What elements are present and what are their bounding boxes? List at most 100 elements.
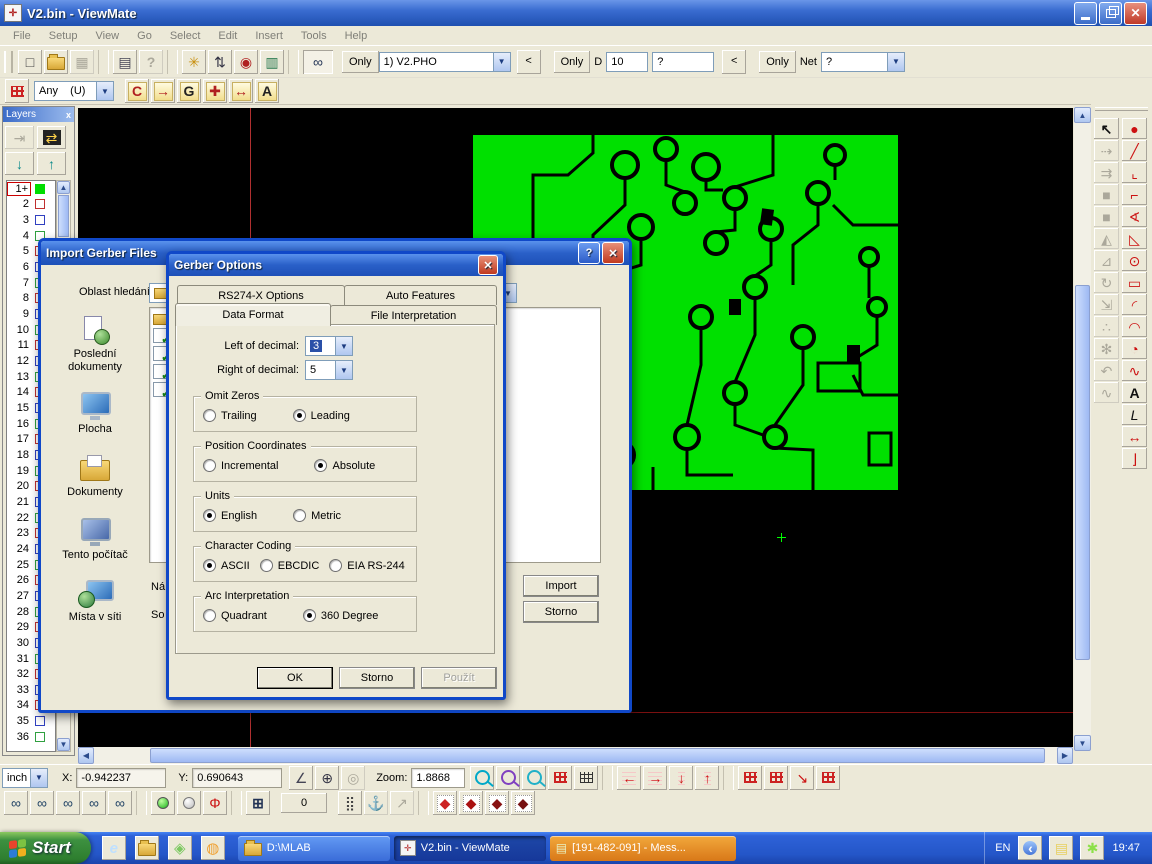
label-tool-icon[interactable]: L — [1122, 404, 1147, 425]
menu-tools[interactable]: Tools — [292, 28, 336, 44]
probe-circle-icon[interactable]: ◉ — [234, 50, 258, 74]
pan-left-icon[interactable]: ← — [617, 766, 641, 790]
vscroll-thumb[interactable] — [1075, 285, 1090, 660]
zoom-grid-icon[interactable] — [496, 766, 520, 790]
menu-select[interactable]: Select — [161, 28, 210, 44]
left-of-decimal-combo[interactable]: 3▼ — [305, 336, 353, 356]
flash-dark-icon[interactable]: ◆ — [485, 791, 509, 815]
close-button[interactable]: ✕ — [1124, 2, 1147, 25]
radio-absolute[interactable]: Absolute — [314, 459, 375, 472]
measure-bars-icon[interactable]: ⇅ — [208, 50, 232, 74]
radio-eia-rs-244[interactable]: EIA RS-244 — [329, 559, 404, 572]
radio-icon[interactable] — [203, 609, 216, 622]
task-d-mlab[interactable]: D:\MLAB — [238, 836, 390, 861]
draw-angle-icon[interactable]: ∢ — [1122, 206, 1147, 227]
menu-help[interactable]: Help — [336, 28, 377, 44]
restore-button[interactable] — [1099, 2, 1122, 25]
select-cursor-icon[interactable]: ↖ — [1094, 118, 1119, 139]
pan-down-icon[interactable]: ↓ — [669, 766, 693, 790]
start-button[interactable]: Start — [0, 832, 91, 864]
lamp-off-icon[interactable] — [177, 791, 201, 815]
flash-dark2-icon[interactable]: ◆ — [511, 791, 535, 815]
tray-collapse-icon[interactable]: ‹ — [1018, 836, 1042, 860]
aperture-shape-combo[interactable]: Any (U)▼ — [34, 81, 114, 101]
radio-icon[interactable] — [293, 509, 306, 522]
close-icon[interactable]: x — [66, 110, 71, 120]
tab-auto-features[interactable]: Auto Features — [344, 285, 497, 305]
dcode-text-icon[interactable]: A — [255, 79, 279, 103]
pan-right-icon[interactable]: → — [643, 766, 667, 790]
quick-ie-icon[interactable]: e — [102, 836, 126, 860]
scroll-right-icon[interactable]: ▶ — [1057, 747, 1073, 764]
radio-ascii[interactable]: ASCII — [203, 559, 250, 572]
quick-folder-icon[interactable] — [135, 836, 159, 860]
radio-leading[interactable]: Leading — [293, 409, 350, 422]
grid-b-icon[interactable] — [764, 766, 788, 790]
draw-triangle-icon[interactable]: ◺ — [1122, 228, 1147, 249]
layer-scroll-thumb[interactable] — [58, 195, 69, 237]
place-tento-po-ta[interactable]: Tento počítač — [48, 516, 142, 562]
radio-metric[interactable]: Metric — [293, 509, 341, 522]
minimize-button[interactable] — [1074, 2, 1097, 25]
zoom-in-icon[interactable] — [470, 766, 494, 790]
origin-target-icon[interactable]: ⊕ — [315, 766, 339, 790]
menu-insert[interactable]: Insert — [246, 28, 292, 44]
hscroll-thumb[interactable] — [150, 748, 1045, 763]
menu-go[interactable]: Go — [128, 28, 161, 44]
right-of-decimal-combo[interactable]: 5▼ — [305, 360, 353, 380]
prev-net-button[interactable]: < — [722, 50, 746, 74]
layer-color-swatch[interactable] — [35, 184, 45, 194]
aperture-grid-icon[interactable] — [5, 79, 29, 103]
layer-row-36[interactable]: 36 — [7, 729, 55, 745]
radio-icon[interactable] — [203, 509, 216, 522]
draw-pad-icon[interactable]: ● — [1122, 118, 1147, 139]
layer-row-1[interactable]: 1+ — [7, 181, 55, 197]
chevron-down-icon[interactable]: ▼ — [335, 361, 352, 379]
layer-row-35[interactable]: 35 — [7, 713, 55, 729]
language-indicator[interactable]: EN — [995, 842, 1010, 854]
radio-360-degree[interactable]: 360 Degree — [303, 609, 379, 622]
only-dcode-toggle[interactable]: Only — [554, 51, 591, 73]
zoom-window-icon[interactable] — [522, 766, 546, 790]
draw-line-icon[interactable]: ╱ — [1122, 140, 1147, 161]
scroll-up-icon[interactable]: ▲ — [57, 181, 70, 194]
grid-capture-icon[interactable] — [548, 766, 572, 790]
layer-colors-icon[interactable]: ⇄ — [37, 126, 66, 149]
dots-grid-icon[interactable]: ⣿ — [338, 791, 362, 815]
grid-a-icon[interactable] — [738, 766, 762, 790]
dimension-tool-icon[interactable]: ↔ — [1122, 426, 1147, 447]
dcode-flash-icon[interactable]: ✚ — [203, 79, 227, 103]
radio-icon[interactable] — [203, 459, 216, 472]
draw-rect-icon[interactable]: ▭ — [1122, 272, 1147, 293]
scroll-left-icon[interactable]: ◀ — [78, 747, 94, 764]
dcode-next-icon[interactable]: → — [151, 79, 175, 103]
glasses-ruler-icon[interactable]: ∞ — [303, 50, 333, 74]
new-file-icon[interactable]: □ — [18, 50, 42, 74]
draw-step-icon[interactable]: ⌐ — [1122, 184, 1147, 205]
menu-edit[interactable]: Edit — [209, 28, 246, 44]
radio-trailing[interactable]: Trailing — [203, 409, 257, 422]
grid-c-icon[interactable] — [816, 766, 840, 790]
layer-color-swatch[interactable] — [35, 199, 45, 209]
canvas-hscrollbar[interactable]: ◀ ▶ — [78, 747, 1073, 764]
only-net-toggle[interactable]: Only — [759, 51, 796, 73]
radio-quadrant[interactable]: Quadrant — [203, 609, 267, 622]
tab-rs274x-options[interactable]: RS274-X Options — [177, 285, 345, 305]
chevron-down-icon[interactable]: ▼ — [335, 337, 352, 355]
chevron-down-icon[interactable]: ▼ — [493, 53, 510, 71]
cancel-button[interactable]: Storno — [523, 601, 599, 623]
dcode-input[interactable]: 10 — [606, 52, 648, 72]
radio-incremental[interactable]: Incremental — [203, 459, 278, 472]
zoom-value[interactable]: 1.8868 — [411, 768, 465, 788]
scroll-down-icon[interactable]: ▼ — [1074, 735, 1091, 751]
quick-firefox-icon[interactable]: ◍ — [201, 836, 225, 860]
ok-button[interactable]: OK — [257, 667, 333, 689]
tab-data-format[interactable]: Data Format — [175, 303, 331, 326]
view-glasses-icon[interactable]: ∞ — [4, 791, 28, 815]
import-button[interactable]: Import — [523, 575, 599, 597]
view-marks-icon[interactable]: ∞ — [82, 791, 106, 815]
radio-icon[interactable] — [303, 609, 316, 622]
menu-view[interactable]: View — [86, 28, 128, 44]
lamp-on-icon[interactable] — [151, 791, 175, 815]
radio-icon[interactable] — [203, 559, 216, 572]
